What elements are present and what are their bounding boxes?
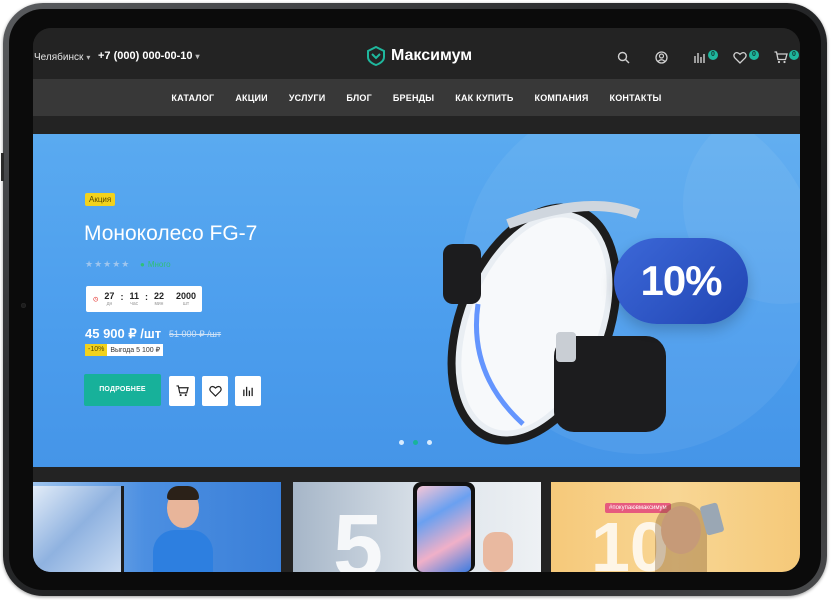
timer-separator: : bbox=[144, 292, 148, 302]
search-icon[interactable] bbox=[617, 51, 630, 64]
discount-info: -10% Выгода 5 100 ₽ bbox=[85, 344, 164, 356]
add-to-compare-button[interactable] bbox=[235, 376, 261, 406]
slider-dot-active[interactable] bbox=[413, 440, 418, 445]
timer-hours-value: 11 bbox=[129, 291, 139, 301]
cart-count-badge: 0 bbox=[789, 50, 799, 60]
nav-item-how-to-buy[interactable]: КАК КУПИТЬ bbox=[455, 93, 513, 103]
person-image bbox=[153, 486, 213, 572]
user-account-icon[interactable] bbox=[655, 51, 668, 64]
top-header: Челябинск ▾ +7 (000) 000-00-10 ▾ Максимум bbox=[33, 28, 800, 79]
nav-item-services[interactable]: УСЛУГИ bbox=[289, 93, 326, 103]
nav-item-company[interactable]: КОМПАНИЯ bbox=[535, 93, 589, 103]
hand-image bbox=[483, 532, 513, 572]
timer-count: 2000 шт bbox=[176, 291, 196, 307]
product-title[interactable]: Моноколесо FG-7 bbox=[84, 222, 257, 246]
slider-dot[interactable] bbox=[399, 440, 404, 445]
slider-dot[interactable] bbox=[427, 440, 432, 445]
timer-hours-label: час bbox=[130, 301, 139, 307]
timer-days-label: дн bbox=[106, 301, 113, 307]
slider-dots bbox=[399, 440, 432, 445]
countdown-timer: 27 дн : 11 час : 22 мин 2000 шт bbox=[86, 286, 202, 312]
discount-percent: -10% bbox=[85, 344, 108, 356]
selfie-promo-card[interactable]: #покупаювмаксимум 10 bbox=[551, 482, 800, 572]
spacer bbox=[33, 116, 800, 134]
nav-item-contacts[interactable]: КОНТАКТЫ bbox=[610, 93, 662, 103]
volume-button bbox=[1, 153, 4, 181]
person-hair-image bbox=[655, 502, 707, 572]
timer-days-value: 27 bbox=[104, 291, 115, 301]
timer-count-label: шт bbox=[182, 301, 190, 307]
timer-days: 27 дн bbox=[104, 291, 114, 307]
screen: Челябинск ▾ +7 (000) 000-00-10 ▾ Максимум bbox=[33, 28, 800, 572]
heart-icon bbox=[208, 385, 222, 397]
nav-item-brands[interactable]: БРЕНДЫ bbox=[393, 93, 434, 103]
old-price: 51 000 ₽ /шт bbox=[169, 329, 222, 339]
sale-tag: Акция bbox=[85, 193, 116, 206]
timer-minutes-label: мин bbox=[154, 301, 164, 307]
camera bbox=[21, 303, 26, 308]
stock-status: ● Много bbox=[140, 260, 174, 269]
promo-discount-badge: 10% bbox=[614, 238, 748, 324]
compare-icon bbox=[243, 386, 253, 397]
tv-screen-image bbox=[33, 486, 124, 572]
stock-label: Много bbox=[147, 260, 171, 269]
favorites-count-badge: 0 bbox=[749, 50, 759, 60]
phone-image bbox=[413, 482, 475, 572]
nav-item-promotions[interactable]: АКЦИИ bbox=[235, 93, 268, 103]
cart-icon[interactable] bbox=[774, 51, 788, 64]
timer-minutes: 22 мин bbox=[154, 291, 164, 307]
timer-count-value: 2000 bbox=[175, 291, 196, 301]
main-nav: КАТАЛОГ АКЦИИ УСЛУГИ БЛОГ БРЕНДЫ КАК КУП… bbox=[33, 79, 800, 116]
add-to-cart-button[interactable] bbox=[169, 376, 195, 406]
nav-item-blog[interactable]: БЛОГ bbox=[346, 93, 371, 103]
header-icons: 0 0 0 bbox=[33, 50, 800, 67]
timer-separator: : bbox=[120, 292, 124, 302]
timer-hours: 11 час bbox=[129, 291, 139, 307]
compare-count-badge: 0 bbox=[708, 50, 718, 60]
timer-minutes-value: 22 bbox=[153, 291, 164, 301]
phone-promo-card[interactable]: 5 bbox=[293, 482, 541, 572]
saving-amount: Выгода 5 100 ₽ bbox=[107, 344, 164, 356]
add-to-favorites-button[interactable] bbox=[202, 376, 228, 406]
nav-item-catalog[interactable]: КАТАЛОГ bbox=[171, 93, 214, 103]
hero-banner: Акция Моноколесо FG-7 ★★★★★ ● Много 27 дн … bbox=[33, 134, 800, 467]
compare-icon[interactable] bbox=[693, 51, 706, 64]
stock-dot-icon: ● bbox=[140, 260, 145, 269]
cart-icon bbox=[176, 385, 189, 397]
heart-icon[interactable] bbox=[733, 51, 747, 64]
tv-promo-card[interactable] bbox=[33, 482, 281, 572]
alarm-clock-icon bbox=[93, 296, 99, 302]
rating-stars: ★★★★★ bbox=[85, 259, 131, 269]
big-number-graphic: 5 bbox=[333, 497, 384, 572]
more-details-button[interactable]: ПОДРОБНЕЕ bbox=[84, 374, 161, 406]
current-price: 45 900 ₽ /шт bbox=[85, 326, 162, 341]
